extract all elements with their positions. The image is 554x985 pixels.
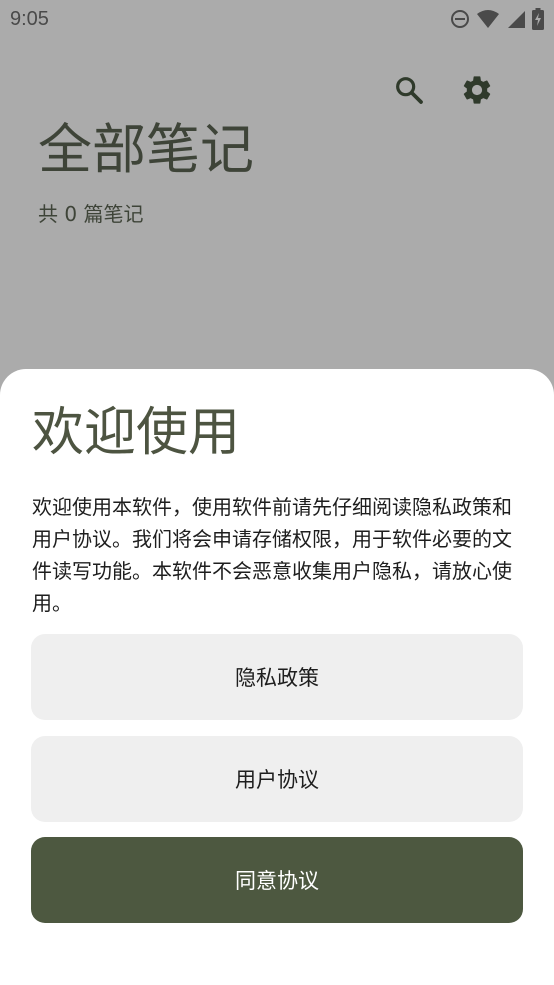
privacy-policy-button[interactable]: 隐私政策 bbox=[31, 634, 523, 720]
status-bar: 9:05 bbox=[0, 0, 554, 38]
welcome-dialog: 欢迎使用 欢迎使用本软件，使用软件前请先仔细阅读隐私政策和用户协议。我们将会申请… bbox=[0, 369, 554, 985]
wifi-icon bbox=[476, 9, 500, 29]
dnd-icon bbox=[450, 9, 470, 29]
note-count: 共 0 篇笔记 bbox=[38, 202, 144, 226]
app-screen: 9:05 全部笔记 共 0 篇笔记 欢迎使用 欢迎使用本软件，使用软件前请先仔细… bbox=[0, 0, 554, 985]
status-icons bbox=[450, 8, 544, 30]
search-icon bbox=[396, 77, 423, 104]
dialog-message: 欢迎使用本软件，使用软件前请先仔细阅读隐私政策和用户协议。我们将会申请存储权限，… bbox=[32, 495, 512, 615]
dialog-title: 欢迎使用 bbox=[32, 403, 241, 463]
page-title: 全部笔记 bbox=[38, 118, 254, 181]
signal-icon bbox=[506, 9, 526, 29]
settings-button[interactable] bbox=[457, 70, 497, 110]
user-agreement-button[interactable]: 用户协议 bbox=[31, 736, 523, 822]
search-button[interactable] bbox=[389, 70, 429, 110]
battery-charging-icon bbox=[532, 8, 544, 30]
agree-button[interactable]: 同意协议 bbox=[31, 837, 523, 923]
settings-icon bbox=[463, 76, 491, 104]
status-time: 9:05 bbox=[10, 7, 49, 30]
